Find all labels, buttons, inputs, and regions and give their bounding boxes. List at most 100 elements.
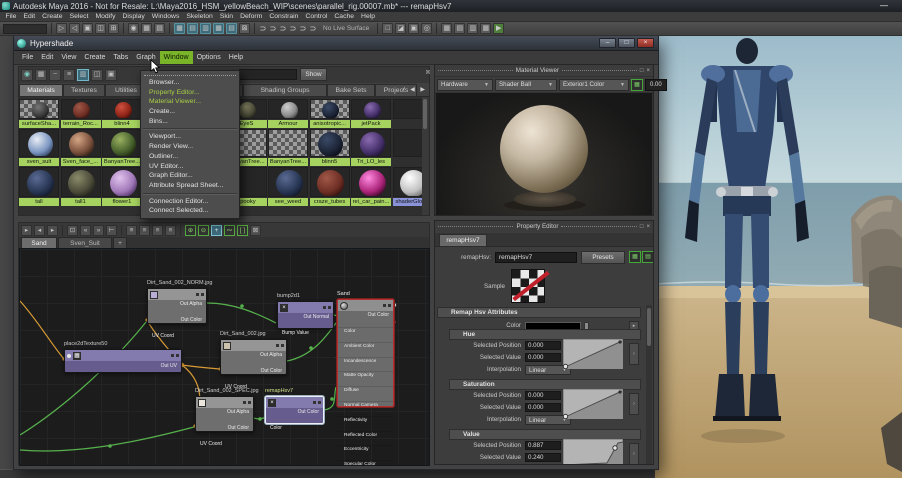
- material-swatch[interactable]: [102, 99, 142, 119]
- browser-toolbar-icon[interactable]: ≡: [63, 69, 75, 81]
- menu-item-create[interactable]: Create...: [141, 107, 239, 117]
- port-out-alpha[interactable]: Out Alpha: [196, 408, 253, 416]
- port-reflectivity[interactable]: Reflectivity: [338, 415, 393, 423]
- selected-value-field[interactable]: 0.000: [525, 353, 561, 362]
- toolbar-icon[interactable]: ▶: [493, 23, 505, 34]
- hypershade-menu-view[interactable]: View: [57, 51, 80, 64]
- maya-menu-control[interactable]: Control: [302, 12, 331, 21]
- node-norm[interactable]: Out Alpha Out Color UV Coord: [147, 288, 207, 339]
- menu-item-property-editor[interactable]: Property Editor...: [141, 88, 239, 98]
- port-uv-coord[interactable]: UV Coord: [196, 440, 253, 448]
- hypershade-titlebar[interactable]: Hypershade – □ ×: [14, 36, 658, 51]
- port-normal-camera[interactable]: Normal Camera: [338, 400, 393, 408]
- exposure-value[interactable]: 0.00: [645, 78, 667, 91]
- curve-ramp-value[interactable]: [563, 439, 623, 464]
- toolbar-icon[interactable]: □: [382, 23, 394, 34]
- node-gear-icon[interactable]: [171, 354, 174, 357]
- show-hide-icon[interactable]: ▤: [642, 251, 653, 263]
- minimize-button[interactable]: —: [880, 1, 888, 10]
- material-swatch[interactable]: [60, 167, 101, 197]
- port-out-normal[interactable]: Out Normal: [278, 313, 333, 321]
- node-toolbar-icon[interactable]: ⊠: [250, 224, 261, 236]
- snap-magnet-icon[interactable]: ⊃: [309, 24, 317, 33]
- menu-item-viewport[interactable]: Viewport...: [141, 132, 239, 142]
- node-place2dtexture50[interactable]: ▦ Out UV: [64, 349, 182, 373]
- port-out-alpha[interactable]: Out Alpha: [221, 351, 286, 359]
- node-gear-icon[interactable]: [323, 306, 326, 309]
- material-swatch[interactable]: [309, 167, 350, 197]
- port-incandescence[interactable]: Incandescence: [338, 356, 393, 364]
- hypershade-maximize-button[interactable]: □: [618, 38, 635, 48]
- port-out-color[interactable]: Out Color: [266, 408, 323, 416]
- port-uv-coord[interactable]: UV Coord: [148, 332, 206, 340]
- panel-close-icon[interactable]: ×: [647, 68, 651, 74]
- renderer-dropdown[interactable]: Hardware ▼: [437, 78, 493, 91]
- port-out-alpha[interactable]: Out Alpha: [148, 300, 206, 308]
- toolbar-icon[interactable]: ▦: [480, 23, 492, 34]
- snap-magnet-icon[interactable]: ⊃: [299, 24, 307, 33]
- tab-materials[interactable]: Materials: [19, 84, 63, 97]
- toolbar-icon[interactable]: ▤: [154, 23, 165, 34]
- material-swatch[interactable]: [19, 99, 59, 119]
- maya-menu-create[interactable]: Create: [39, 12, 66, 21]
- selected-value-field[interactable]: 0.000: [525, 403, 561, 412]
- toolbar-icon[interactable]: ◫: [95, 23, 106, 34]
- maya-menu-select[interactable]: Select: [66, 12, 92, 21]
- port-color[interactable]: Color: [266, 424, 323, 432]
- hypershade-menu-options[interactable]: Options: [193, 51, 225, 64]
- panel-close-icon[interactable]: ×: [426, 69, 430, 76]
- port-specular-color[interactable]: Specular Color: [338, 460, 393, 465]
- toolbar-icon[interactable]: ▦: [213, 23, 224, 34]
- show-button[interactable]: Show: [300, 68, 327, 81]
- section-remap-hsv-attributes[interactable]: Remap Hsv Attributes: [437, 307, 641, 318]
- maya-menu-skeleton[interactable]: Skeleton: [183, 12, 216, 21]
- selected-value-field[interactable]: 0.240: [525, 453, 561, 462]
- node-toolbar-icon[interactable]: +: [211, 224, 222, 236]
- material-swatch[interactable]: [60, 129, 101, 157]
- node-gear-icon[interactable]: [276, 344, 279, 347]
- node-menu-icon[interactable]: [176, 354, 179, 357]
- browser-toolbar-icon[interactable]: ▥: [77, 69, 89, 81]
- tab-shading-groups[interactable]: Shading Groups: [243, 84, 327, 97]
- maya-menu-display[interactable]: Display: [119, 12, 148, 21]
- hypershade-menu-help[interactable]: Help: [225, 51, 247, 64]
- maya-menu-skin[interactable]: Skin: [216, 12, 236, 21]
- selected-position-field[interactable]: 0.887: [525, 441, 561, 450]
- port-diffuse[interactable]: Diffuse: [338, 386, 393, 393]
- node-toolbar-icon[interactable]: ◂: [34, 224, 45, 236]
- toolbar-icon[interactable]: ◁: [69, 23, 80, 34]
- material-swatch[interactable]: [309, 99, 350, 119]
- node-gear-icon[interactable]: [243, 401, 246, 404]
- ramp-menu-button[interactable]: ›: [629, 343, 639, 365]
- maya-menu-help[interactable]: Help: [358, 12, 379, 21]
- material-swatch[interactable]: [392, 99, 423, 119]
- maya-menu-deform[interactable]: Deform: [237, 12, 266, 21]
- menu-item-material-viewer[interactable]: Material Viewer...: [141, 97, 239, 107]
- hypershade-minimize-button[interactable]: –: [599, 38, 616, 48]
- menu-item-graph-editor[interactable]: Graph Editor...: [141, 171, 239, 181]
- browser-scrollbar[interactable]: [422, 97, 428, 215]
- material-swatch[interactable]: [392, 129, 423, 157]
- node-toolbar-icon[interactable]: ≡: [139, 224, 150, 236]
- render-refresh-icon[interactable]: ▦: [631, 78, 643, 91]
- menu-item-uv-editor[interactable]: UV Editor...: [141, 162, 239, 172]
- hypershade-close-button[interactable]: ×: [637, 38, 654, 48]
- presets-button[interactable]: Presets: [581, 251, 625, 264]
- node-menu-icon[interactable]: [201, 293, 204, 296]
- port-reflected-color[interactable]: Reflected Color: [338, 430, 393, 438]
- node-toolbar-icon[interactable]: ≡: [152, 224, 163, 236]
- port-out-uv[interactable]: Out UV: [65, 362, 181, 370]
- sample-swatch[interactable]: [511, 269, 545, 303]
- tab-remaphsv7[interactable]: remapHsv7: [439, 234, 487, 247]
- material-swatch[interactable]: [19, 167, 59, 197]
- menu-item-attribute-spread-sheet[interactable]: Attribute Spread Sheet...: [141, 181, 239, 191]
- node-gear-icon[interactable]: [313, 401, 316, 404]
- node-toolbar-icon[interactable]: ▸: [21, 224, 32, 236]
- node-remaphsv7[interactable]: × Out Color Color: [265, 396, 324, 431]
- hypershade-menu-window[interactable]: Window: [159, 51, 193, 64]
- tab-scroll-arrows[interactable]: ∕ ◀ ▶: [403, 86, 427, 93]
- material-swatch[interactable]: [268, 129, 308, 157]
- hypershade-menu-tabs[interactable]: Tabs: [109, 51, 132, 64]
- material-swatch[interactable]: [102, 167, 142, 197]
- menu-item-browser[interactable]: Browser...: [141, 78, 239, 88]
